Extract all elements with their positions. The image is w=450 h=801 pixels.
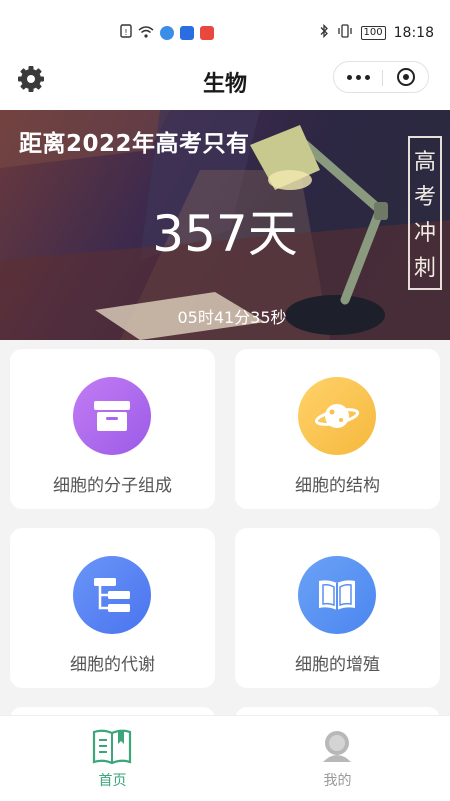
clock: 18:18	[393, 25, 434, 41]
battery-indicator: 100	[360, 26, 386, 40]
exam-sprint-seal: 高 考 冲 刺	[408, 136, 442, 290]
topic-card-metabolism[interactable]: 细胞的代谢	[10, 528, 215, 688]
nav-bar: 生物	[0, 48, 450, 110]
tab-mine[interactable]: 我的	[225, 716, 450, 801]
book-open-icon	[298, 556, 376, 634]
tab-label: 我的	[323, 773, 352, 789]
globe-icon	[160, 26, 174, 40]
topic-label: 细胞的增殖	[295, 655, 380, 675]
countdown-time: 05时41分35秒	[177, 308, 287, 327]
status-icons-right: 100 18:18	[319, 23, 434, 42]
status-icons-left: !	[120, 24, 214, 42]
tab-label: 首页	[98, 773, 127, 789]
home-book-icon	[90, 724, 134, 768]
status-bar: ! 100 18:18	[0, 0, 450, 48]
countdown-banner[interactable]: 距离2022年高考只有 357天 05时41分35秒 高 考 冲 刺	[0, 110, 450, 340]
user-icon	[315, 724, 359, 768]
close-circle-icon[interactable]	[382, 62, 430, 92]
tab-bar: 首页 我的	[0, 715, 450, 801]
box-icon	[73, 377, 151, 455]
tab-home[interactable]: 首页	[0, 716, 225, 801]
topic-card-proliferation[interactable]: 细胞的增殖	[235, 528, 440, 688]
app-icon	[200, 26, 214, 40]
seal-char: 考	[413, 185, 436, 211]
topic-label: 细胞的结构	[295, 476, 380, 496]
seal-char: 高	[413, 149, 436, 175]
topic-label: 细胞的分子组成	[53, 476, 172, 496]
topic-card-structure[interactable]: 细胞的结构	[235, 349, 440, 509]
countdown-title: 距离2022年高考只有	[19, 131, 250, 157]
sim-icon: !	[120, 24, 132, 42]
bluetooth-icon	[319, 23, 329, 42]
miniprogram-capsule	[333, 61, 429, 93]
more-icon[interactable]	[334, 62, 382, 92]
tree-structure-icon	[73, 556, 151, 634]
wifi-icon	[138, 25, 154, 42]
seal-char: 冲	[413, 220, 436, 246]
planet-icon	[298, 377, 376, 455]
topic-label: 细胞的代谢	[70, 655, 155, 675]
topic-card-molecular[interactable]: 细胞的分子组成	[10, 349, 215, 509]
countdown-days: 357天	[152, 205, 298, 263]
seal-char: 刺	[413, 256, 436, 282]
tips-icon	[180, 26, 194, 40]
vibrate-icon	[337, 24, 353, 42]
svg-text:!: !	[124, 28, 127, 37]
